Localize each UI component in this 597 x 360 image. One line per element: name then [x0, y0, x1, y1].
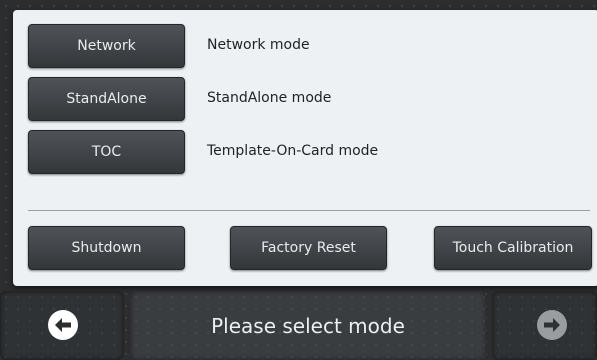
standalone-mode-button[interactable]: StandAlone: [28, 77, 185, 121]
arrow-left-circle-icon[interactable]: [47, 309, 79, 341]
mode-selection-panel: Network Network mode StandAlone StandAlo…: [13, 10, 597, 286]
bottom-navigation-bar: Please select mode: [0, 291, 597, 360]
back-tile[interactable]: [0, 291, 124, 360]
status-display: Please select mode: [130, 291, 486, 360]
standalone-mode-description: StandAlone mode: [207, 90, 332, 106]
status-message: Please select mode: [211, 314, 405, 338]
touch-calibration-button[interactable]: Touch Calibration: [434, 226, 592, 270]
network-mode-description: Network mode: [207, 37, 310, 53]
network-mode-button[interactable]: Network: [28, 24, 185, 68]
arrow-right-circle-icon[interactable]: [536, 309, 568, 341]
device-screen: Network Network mode StandAlone StandAlo…: [0, 0, 597, 360]
toc-mode-description: Template-On-Card mode: [207, 143, 379, 159]
panel-divider: [28, 210, 590, 211]
shutdown-button[interactable]: Shutdown: [28, 226, 185, 270]
forward-tile[interactable]: [492, 291, 597, 360]
toc-mode-button[interactable]: TOC: [28, 130, 185, 174]
factory-reset-button[interactable]: Factory Reset: [230, 226, 387, 270]
